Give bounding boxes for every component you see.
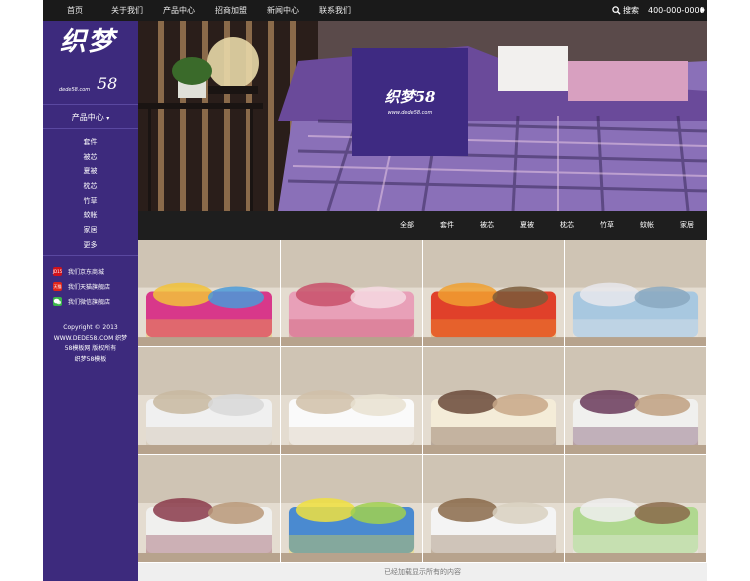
filter-tab-home[interactable]: 家居 bbox=[667, 211, 707, 240]
product-bedding-red-stripes[interactable] bbox=[423, 240, 565, 347]
top-navigation-bar: 首页 关于我们 产品中心 招商加盟 新闻中心 联系我们 搜索 400-000-0… bbox=[43, 0, 707, 21]
product-image bbox=[138, 347, 280, 454]
filter-tab-mosquito-nets[interactable]: 蚊帐 bbox=[627, 211, 667, 240]
product-bedding-floral[interactable] bbox=[138, 240, 281, 347]
wechat-icon bbox=[53, 297, 62, 306]
tmall-icon: 天猫 bbox=[53, 282, 62, 291]
category-item-home[interactable]: 家居 bbox=[43, 223, 138, 238]
shop-label: 我们微信旗舰店 bbox=[68, 299, 111, 306]
product-image bbox=[281, 455, 422, 562]
product-grid bbox=[138, 240, 707, 563]
load-status-bar: 已经加载显示所有的内容 bbox=[138, 563, 707, 581]
nav-contact[interactable]: 联系我们 bbox=[309, 0, 361, 21]
divider bbox=[43, 104, 138, 105]
category-menu-toggle[interactable]: 产品中心 ▾ bbox=[43, 112, 138, 123]
hero-logo-badge: 织梦58 www.dede58.com bbox=[352, 48, 468, 156]
phone-number: 400-000-0000 bbox=[648, 6, 705, 15]
category-filter-bar: 全部 套件 被芯 夏被 枕芯 竹草 蚊帐 家居 bbox=[138, 211, 707, 240]
filter-tab-bamboo-mats[interactable]: 竹草 bbox=[587, 211, 627, 240]
product-pillow-tulips[interactable] bbox=[138, 455, 281, 563]
product-pillow-blue-stripe[interactable] bbox=[565, 240, 707, 347]
filter-tab-pillows[interactable]: 枕芯 bbox=[547, 211, 587, 240]
jd-icon: JD15 bbox=[52, 267, 63, 276]
copyright: Copyright © 2013 WWW.DEDE58.COM 织梦 58模板网… bbox=[43, 323, 138, 365]
search-label: 搜索 bbox=[623, 6, 639, 15]
category-item-summer-quilts[interactable]: 夏被 bbox=[43, 164, 138, 179]
shop-link-tmall[interactable]: 天猫 我们天猫旗舰店 bbox=[53, 279, 110, 294]
category-item-bamboo-mats[interactable]: 竹草 bbox=[43, 194, 138, 209]
nav-news[interactable]: 新闻中心 bbox=[257, 0, 309, 21]
shop-link-jd[interactable]: JD15 我们京东商城 bbox=[53, 264, 110, 279]
logo-title: 织梦 bbox=[60, 27, 117, 57]
category-item-more[interactable]: 更多 bbox=[43, 238, 138, 253]
shop-label: 我们天猫旗舰店 bbox=[68, 284, 111, 291]
category-item-pillows[interactable]: 枕芯 bbox=[43, 179, 138, 194]
load-status-text: 已经加载显示所有的内容 bbox=[384, 568, 461, 576]
product-image bbox=[281, 347, 422, 454]
copyright-line: WWW.DEDE58.COM 织梦 bbox=[53, 334, 128, 342]
caret-down-icon: ▾ bbox=[106, 115, 110, 122]
product-image bbox=[423, 240, 564, 346]
divider bbox=[43, 255, 138, 256]
nav-products[interactable]: 产品中心 bbox=[153, 0, 205, 21]
shop-link-wechat[interactable]: 我们微信旗舰店 bbox=[53, 294, 110, 309]
category-item-mosquito-nets[interactable]: 蚊帐 bbox=[43, 208, 138, 223]
product-pillow-cream[interactable] bbox=[423, 347, 565, 455]
hero-subtitle: www.dede58.com bbox=[387, 110, 433, 116]
shop-links: JD15 我们京东商城 天猫 我们天猫旗舰店 我们微信旗舰店 bbox=[53, 264, 110, 309]
product-image bbox=[138, 455, 280, 562]
category-item-quilt-cores[interactable]: 被芯 bbox=[43, 150, 138, 165]
product-image bbox=[565, 240, 706, 346]
hero-banner[interactable]: 织梦58 www.dede58.com bbox=[138, 21, 707, 211]
product-image bbox=[281, 240, 422, 346]
logo-domain: dede58.com bbox=[59, 87, 91, 93]
filter-tab-summer-quilts[interactable]: 夏被 bbox=[507, 211, 547, 240]
filter-tab-all[interactable]: 全部 bbox=[387, 211, 427, 240]
hero-title: 织梦58 bbox=[384, 88, 436, 106]
caret-right-icon[interactable] bbox=[701, 7, 705, 13]
product-pillow-blue-print[interactable] bbox=[281, 455, 423, 563]
copyright-line: 58模板网 版权所有 bbox=[64, 345, 117, 352]
nav-franchise[interactable]: 招商加盟 bbox=[205, 0, 257, 21]
category-header-label: 产品中心 bbox=[71, 113, 104, 122]
divider bbox=[43, 128, 138, 129]
product-image bbox=[565, 347, 706, 454]
filter-tab-quilt-cores[interactable]: 被芯 bbox=[467, 211, 507, 240]
product-pillow-white-fiber[interactable] bbox=[423, 455, 565, 563]
search-icon bbox=[612, 6, 621, 15]
product-bedding-pink[interactable] bbox=[281, 240, 423, 347]
search-button[interactable]: 搜索 bbox=[612, 0, 639, 21]
copyright-line: Copyright © 2013 bbox=[63, 324, 118, 331]
category-list: 套件 被芯 夏被 枕芯 竹草 蚊帐 家居 更多 bbox=[43, 135, 138, 253]
sidebar: 织梦 58 dede58.com 产品中心 ▾ 套件 被芯 夏被 枕芯 竹草 蚊… bbox=[43, 21, 138, 581]
nav-about[interactable]: 关于我们 bbox=[101, 0, 153, 21]
product-image bbox=[423, 347, 564, 454]
logo-number: 58 bbox=[97, 74, 118, 93]
product-image bbox=[138, 240, 280, 346]
product-image bbox=[423, 455, 564, 562]
filter-tab-sets[interactable]: 套件 bbox=[427, 211, 467, 240]
category-item-sets[interactable]: 套件 bbox=[43, 135, 138, 150]
copyright-line: 织梦58模板 bbox=[74, 355, 107, 363]
filter-tabs: 全部 套件 被芯 夏被 枕芯 竹草 蚊帐 家居 bbox=[387, 211, 707, 240]
logo[interactable]: 织梦 58 dede58.com bbox=[43, 21, 138, 103]
product-image bbox=[565, 455, 706, 562]
product-pillow-white-bench[interactable] bbox=[281, 347, 423, 455]
product-pillow-white[interactable] bbox=[138, 347, 281, 455]
nav-home[interactable]: 首页 bbox=[49, 0, 101, 21]
product-pillow-green[interactable] bbox=[565, 455, 707, 563]
main-nav: 首页 关于我们 产品中心 招商加盟 新闻中心 联系我们 bbox=[43, 0, 361, 21]
shop-label: 我们京东商城 bbox=[68, 269, 105, 276]
product-pillow-flowers[interactable] bbox=[565, 347, 707, 455]
